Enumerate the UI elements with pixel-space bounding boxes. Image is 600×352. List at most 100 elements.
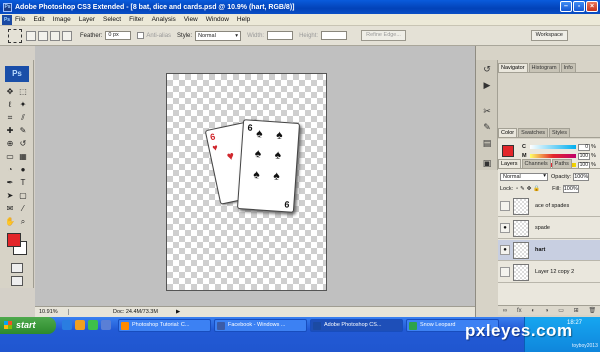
menu-help[interactable]: Help <box>237 16 250 23</box>
value-m[interactable]: 100 <box>578 152 590 160</box>
style-select[interactable]: Normal <box>195 30 242 41</box>
close-button[interactable]: × <box>586 1 598 12</box>
maximize-button[interactable]: ▫ <box>573 1 585 12</box>
new-layer-icon[interactable]: ⊞ <box>574 307 579 314</box>
healing-brush-tool-icon[interactable]: ✚ <box>4 125 16 136</box>
visibility-eye-icon[interactable]: ● <box>500 245 510 255</box>
menu-select[interactable]: Select <box>103 16 121 23</box>
tab-swatches[interactable]: Swatches <box>518 128 549 137</box>
notes-tool-icon[interactable]: ✉ <box>4 203 16 214</box>
history-icon[interactable]: ↺ <box>481 64 493 75</box>
layer-row[interactable]: Layer 12 copy 2 <box>498 262 600 283</box>
slider-m[interactable] <box>530 154 576 158</box>
visibility-eye-icon[interactable] <box>500 201 510 211</box>
history-brush-tool-icon[interactable]: ↺ <box>17 138 29 149</box>
desktop-quicklaunch-icon[interactable] <box>75 320 85 330</box>
foreground-color-swatch[interactable] <box>7 233 21 247</box>
type-tool-icon[interactable]: T <box>17 177 29 188</box>
taskbar-button[interactable]: Adobe Photoshop CS... <box>310 319 403 332</box>
feather-input[interactable]: 0 px <box>105 31 132 40</box>
new-group-icon[interactable]: ▭ <box>558 307 564 314</box>
explorer-quicklaunch-icon[interactable] <box>101 320 111 330</box>
opacity-input[interactable]: 100% <box>573 172 590 181</box>
value-c[interactable]: 0 <box>578 143 590 151</box>
tool-presets-icon[interactable]: ✂ <box>481 106 493 117</box>
visibility-eye-icon[interactable]: ● <box>500 223 510 233</box>
blur-tool-icon[interactable]: ◔ <box>4 164 16 175</box>
tab-styles[interactable]: Styles <box>549 128 570 137</box>
minimize-button[interactable]: – <box>560 1 572 12</box>
color-foreground-swatch[interactable] <box>502 145 514 157</box>
tab-color[interactable]: Color <box>498 128 518 137</box>
clone-source-icon[interactable]: ▤ <box>481 138 493 149</box>
tab-layers[interactable]: Layers <box>498 159 521 168</box>
menu-filter[interactable]: Filter <box>129 16 143 23</box>
actions-icon[interactable]: ▶ <box>481 80 493 91</box>
rectangular-marquee-icon[interactable] <box>8 28 22 43</box>
zoom-tool-icon[interactable]: ⌕ <box>17 216 29 227</box>
brush-tool-icon[interactable]: ✎ <box>17 125 29 136</box>
height-input[interactable] <box>321 31 348 40</box>
document-canvas[interactable]: 6 ♥ 6 ♠ ♠ ♠ ♠ ♠ ♠ 9 ♥ <box>166 73 327 291</box>
fill-input[interactable]: 100% <box>562 184 579 193</box>
marquee-tool-icon[interactable]: ⬚ <box>17 86 29 97</box>
status-arrow-icon[interactable]: ▶ <box>176 309 180 315</box>
hand-tool-icon[interactable]: ✋ <box>4 216 16 227</box>
adjustment-layer-icon[interactable]: ◑ <box>545 308 549 314</box>
ie-quicklaunch-icon[interactable] <box>62 320 72 330</box>
intersect-selection-button[interactable] <box>62 30 72 41</box>
menu-view[interactable]: View <box>184 16 198 23</box>
eyedropper-tool-icon[interactable]: ⁄ <box>17 203 29 214</box>
screen-mode-icon[interactable] <box>11 276 23 286</box>
media-quicklaunch-icon[interactable] <box>88 320 98 330</box>
tab-navigator[interactable]: Navigator <box>498 63 528 72</box>
tab-channels[interactable]: Channels <box>521 159 551 168</box>
tab-histogram[interactable]: Histogram <box>528 63 560 72</box>
menu-window[interactable]: Window <box>206 16 229 23</box>
menu-analysis[interactable]: Analysis <box>152 16 176 23</box>
layer-comps-icon[interactable]: ▣ <box>481 158 493 169</box>
quick-mask-icon[interactable] <box>11 263 23 273</box>
width-input[interactable] <box>267 31 294 40</box>
taskbar-button[interactable]: Facebook - Windows ... <box>214 319 307 332</box>
workspace-button[interactable]: Workspace <box>530 30 568 41</box>
add-selection-button[interactable] <box>38 30 48 41</box>
zoom-level[interactable]: 10.91% <box>35 309 69 315</box>
menu-file[interactable]: File <box>15 16 25 23</box>
layer-mask-icon[interactable]: ◐ <box>531 308 535 314</box>
brushes-icon[interactable]: ✎ <box>481 122 493 133</box>
move-tool-icon[interactable]: ✥ <box>4 86 16 97</box>
taskbar-button[interactable]: Photoshop Tutorial: C... <box>118 319 211 332</box>
gradient-tool-icon[interactable]: ▦ <box>17 151 29 162</box>
lasso-tool-icon[interactable]: ℓ <box>4 99 16 110</box>
start-button[interactable]: start <box>0 317 56 334</box>
path-selection-tool-icon[interactable]: ➤ <box>4 190 16 201</box>
menu-edit[interactable]: Edit <box>33 16 44 23</box>
clone-stamp-tool-icon[interactable]: ⊕ <box>4 138 16 149</box>
tab-info[interactable]: Info <box>560 63 576 72</box>
link-layers-icon[interactable]: ∞ <box>503 308 507 314</box>
layer-row[interactable]: ace of spades <box>498 196 600 217</box>
antialias-checkbox[interactable] <box>137 32 145 39</box>
blend-mode-select[interactable]: Normal <box>500 172 548 181</box>
magic-wand-tool-icon[interactable]: ✦ <box>17 99 29 110</box>
dodge-tool-icon[interactable]: ● <box>17 164 29 175</box>
subtract-selection-button[interactable] <box>50 30 60 41</box>
tab-paths[interactable]: Paths <box>551 159 572 168</box>
new-selection-button[interactable] <box>26 30 36 41</box>
visibility-eye-icon[interactable] <box>500 267 510 277</box>
slider-c[interactable] <box>530 145 576 149</box>
menu-image[interactable]: Image <box>53 16 71 23</box>
pen-tool-icon[interactable]: ✒ <box>4 177 16 188</box>
eraser-tool-icon[interactable]: ▭ <box>4 151 16 162</box>
layer-style-icon[interactable]: fx <box>517 308 522 314</box>
slice-tool-icon[interactable]: ⫽ <box>17 112 29 123</box>
refine-edge-button[interactable]: Refine Edge... <box>361 30 406 41</box>
menu-layer[interactable]: Layer <box>79 16 95 23</box>
layer-row[interactable]: ● spade <box>498 218 600 239</box>
lock-icons[interactable]: ▫✎✥🔒 <box>516 186 542 192</box>
shape-tool-icon[interactable]: ▢ <box>17 190 29 201</box>
crop-tool-icon[interactable]: ⌗ <box>4 112 16 123</box>
trash-icon[interactable]: 🗑 <box>588 307 596 314</box>
layer-row[interactable]: ● hart <box>498 240 600 261</box>
